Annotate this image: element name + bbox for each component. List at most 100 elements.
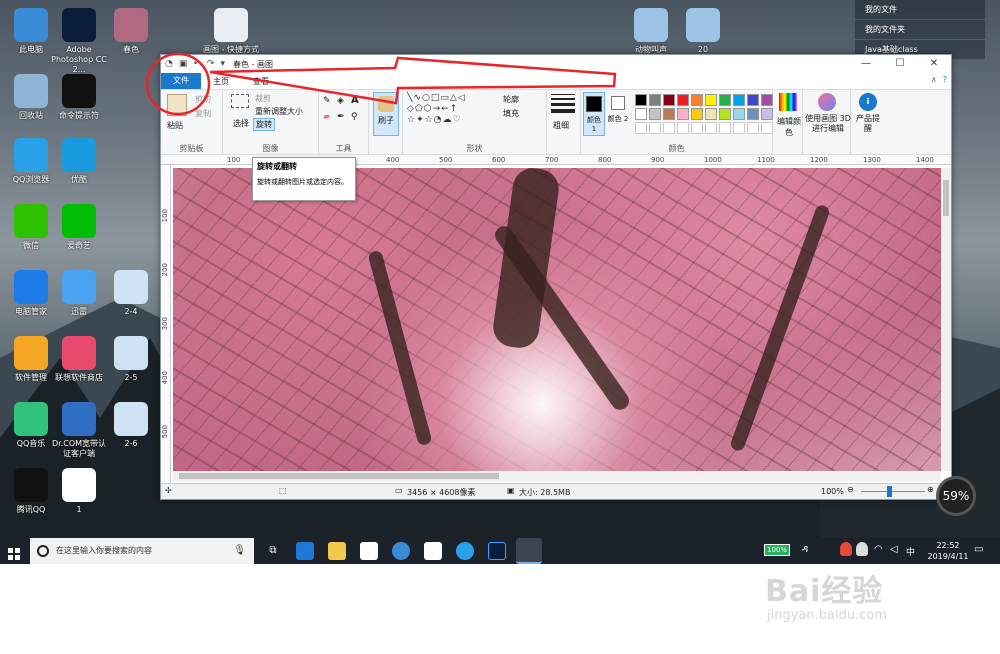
palette-swatch[interactable] bbox=[733, 108, 745, 120]
tray-app-icon[interactable] bbox=[856, 542, 868, 556]
palette-swatch[interactable] bbox=[635, 108, 647, 120]
palette-swatch[interactable] bbox=[691, 94, 703, 106]
store-icon[interactable] bbox=[360, 542, 378, 560]
taskbar-search[interactable]: 在这里输入你要搜索的内容 🎙 bbox=[30, 538, 254, 564]
color1-button[interactable]: 颜色 1 bbox=[583, 92, 605, 136]
start-button[interactable] bbox=[8, 545, 20, 560]
cut-button[interactable]: 剪切 bbox=[195, 94, 211, 105]
help-icon[interactable]: ? bbox=[943, 75, 947, 84]
vertical-scrollbar[interactable] bbox=[941, 168, 951, 471]
palette-swatch[interactable] bbox=[635, 94, 647, 106]
right-panel-item-my-files[interactable]: 我的文件 bbox=[855, 0, 985, 20]
palette-swatch-empty[interactable] bbox=[649, 122, 661, 134]
people-icon[interactable]: ዳ bbox=[802, 544, 808, 555]
image-canvas[interactable] bbox=[173, 165, 941, 471]
outline-button[interactable]: 轮廓 bbox=[503, 94, 519, 105]
brush-button[interactable]: 刷子 bbox=[373, 92, 399, 136]
photoshop-taskbar-icon[interactable] bbox=[488, 542, 506, 560]
redo-icon[interactable]: ↷ bbox=[207, 59, 215, 69]
shapes-gallery[interactable]: ╲∿○□▭△◁ ◇⬠⬡→←↑ ☆✦☆◔☁♡ bbox=[407, 93, 499, 127]
select-button[interactable]: 选择 bbox=[233, 118, 249, 129]
wifi-icon[interactable]: ◠ bbox=[874, 544, 883, 555]
desktop-icon[interactable]: 春色 bbox=[100, 8, 162, 55]
palette-swatch[interactable] bbox=[705, 108, 717, 120]
edit-colors-button[interactable]: 编辑颜色 bbox=[775, 116, 803, 138]
file-explorer-icon[interactable] bbox=[328, 542, 346, 560]
palette-swatch-empty[interactable] bbox=[719, 122, 731, 134]
collapse-ribbon-icon[interactable]: ∧ bbox=[931, 75, 937, 84]
palette-swatch[interactable] bbox=[677, 94, 689, 106]
palette-swatch[interactable] bbox=[719, 108, 731, 120]
edge-icon[interactable] bbox=[296, 542, 314, 560]
palette-swatch[interactable] bbox=[761, 108, 773, 120]
zoom-slider-thumb[interactable] bbox=[887, 486, 892, 497]
desktop-icon[interactable]: 1 bbox=[48, 468, 110, 515]
fill-button[interactable]: 填充 bbox=[503, 108, 519, 119]
task-view-icon[interactable]: ⧉ bbox=[264, 542, 282, 560]
color2-button[interactable]: 颜色 2 bbox=[607, 92, 629, 136]
desktop-icon[interactable]: 2-5 bbox=[100, 336, 162, 383]
close-button[interactable]: ✕ bbox=[917, 55, 951, 73]
desktop-icon[interactable]: 爱奇艺 bbox=[48, 204, 110, 251]
text-icon[interactable]: A bbox=[351, 95, 359, 106]
undo-icon[interactable]: ↶ bbox=[193, 59, 201, 69]
qq-browser-taskbar-icon[interactable] bbox=[456, 542, 474, 560]
tab-home[interactable]: 主页 bbox=[201, 76, 241, 87]
color-picker-icon[interactable]: ✒ bbox=[337, 112, 345, 122]
clock-app-icon[interactable] bbox=[392, 542, 410, 560]
zoom-out-button[interactable]: ⊖ bbox=[847, 485, 854, 494]
palette-swatch-empty[interactable] bbox=[677, 122, 689, 134]
palette-swatch[interactable] bbox=[733, 94, 745, 106]
palette-swatch[interactable] bbox=[719, 94, 731, 106]
volume-icon[interactable]: ◁ bbox=[890, 544, 898, 555]
palette-swatch-empty[interactable] bbox=[733, 122, 745, 134]
desktop-icon[interactable]: 优酷 bbox=[48, 138, 110, 185]
mail-icon[interactable] bbox=[424, 542, 442, 560]
palette-swatch[interactable] bbox=[663, 94, 675, 106]
size-button[interactable]: 粗细 bbox=[553, 120, 569, 131]
palette-swatch-empty[interactable] bbox=[705, 122, 717, 134]
maximize-button[interactable]: ☐ bbox=[883, 55, 917, 73]
horizontal-scroll-thumb[interactable] bbox=[179, 473, 499, 479]
size-icon[interactable] bbox=[551, 94, 575, 113]
palette-swatch[interactable] bbox=[649, 94, 661, 106]
tab-file[interactable]: 文件 bbox=[161, 73, 201, 89]
paint3d-icon[interactable] bbox=[818, 93, 836, 111]
palette-swatch[interactable] bbox=[761, 94, 773, 106]
palette-swatch[interactable] bbox=[663, 108, 675, 120]
ime-indicator[interactable]: 中 bbox=[906, 545, 915, 558]
crop-button[interactable]: 裁剪 bbox=[255, 93, 271, 104]
pencil-icon[interactable]: ✎ bbox=[323, 96, 331, 106]
resize-button[interactable]: 重新调整大小 bbox=[255, 106, 303, 117]
right-panel-item-my-folder[interactable]: 我的文件夹 bbox=[855, 20, 985, 40]
edit-colors-icon[interactable] bbox=[779, 93, 797, 111]
paint-taskbar-icon[interactable] bbox=[516, 538, 542, 564]
paste-button[interactable]: 粘贴 bbox=[167, 120, 183, 131]
eraser-icon[interactable]: ▰ bbox=[323, 112, 330, 122]
performance-gauge[interactable]: 59% bbox=[936, 476, 976, 516]
paste-icon[interactable] bbox=[167, 94, 187, 116]
palette-swatch-empty[interactable] bbox=[663, 122, 675, 134]
info-icon[interactable]: i bbox=[859, 93, 877, 111]
palette-swatch[interactable] bbox=[747, 108, 759, 120]
minimize-button[interactable]: — bbox=[849, 55, 883, 73]
palette-swatch[interactable] bbox=[705, 94, 717, 106]
battery-indicator[interactable]: 100% bbox=[764, 544, 790, 556]
clock[interactable]: 22:52 2019/4/11 bbox=[926, 540, 970, 562]
palette-swatch[interactable] bbox=[691, 108, 703, 120]
desktop-icon[interactable]: 命令提示符 bbox=[48, 74, 110, 121]
palette-swatch[interactable] bbox=[677, 108, 689, 120]
horizontal-scrollbar[interactable] bbox=[173, 471, 941, 481]
desktop-icon[interactable]: 20 bbox=[672, 8, 734, 55]
zoom-in-button[interactable]: ⊕ bbox=[927, 485, 934, 494]
save-icon[interactable]: ▣ bbox=[179, 59, 188, 69]
rotate-button[interactable]: 旋转 bbox=[253, 118, 275, 131]
paint3d-button[interactable]: 使用画图 3D 进行编辑 bbox=[805, 114, 851, 134]
tab-view[interactable]: 查看 bbox=[241, 76, 281, 87]
product-alert-button[interactable]: 产品提醒 bbox=[853, 114, 883, 134]
palette-swatch-empty[interactable] bbox=[761, 122, 773, 134]
select-icon[interactable] bbox=[231, 94, 249, 108]
palette-swatch-empty[interactable] bbox=[747, 122, 759, 134]
tray-qq-icon[interactable] bbox=[840, 542, 852, 556]
palette-swatch-empty[interactable] bbox=[635, 122, 647, 134]
